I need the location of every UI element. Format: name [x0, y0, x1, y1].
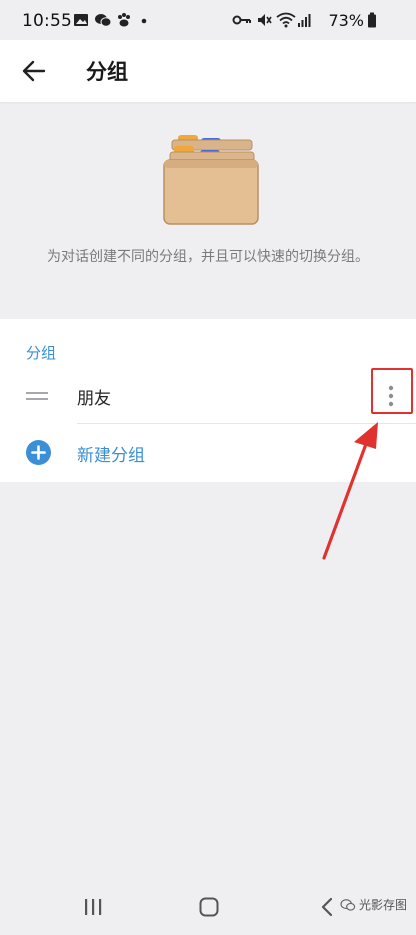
file-folders-icon	[163, 135, 259, 225]
battery-percent: 73%	[328, 11, 364, 30]
annotation-highlight-box	[371, 368, 413, 414]
hero-description: 为对话创建不同的分组，并且可以快速的切换分组。	[47, 249, 369, 265]
wechat-icon	[95, 14, 112, 27]
navigation-bar: 光影存图	[0, 880, 416, 935]
mute-icon	[258, 14, 272, 26]
gallery-icon	[74, 14, 88, 26]
status-bar: 10:55 73%	[0, 0, 416, 40]
annotation-arrow-icon	[322, 422, 378, 560]
status-time: 10:55	[22, 11, 72, 31]
add-circle-icon	[26, 440, 51, 465]
battery-icon	[368, 12, 376, 28]
back-arrow-icon[interactable]	[20, 58, 48, 84]
key-icon	[232, 15, 251, 25]
new-folder-label: 新建分组	[77, 446, 145, 466]
signal-icon	[298, 14, 311, 27]
paw-icon	[118, 13, 130, 27]
app-bar: 分组	[0, 40, 416, 102]
nav-back-icon[interactable]	[318, 896, 336, 918]
watermark-text: 光影存图	[359, 898, 408, 912]
watermark: 光影存图	[340, 896, 407, 913]
home-icon[interactable]	[198, 896, 220, 918]
wechat-watermark-icon	[340, 898, 356, 911]
section-title: 分组	[26, 344, 57, 362]
page-title: 分组	[86, 60, 128, 84]
drag-handle-icon[interactable]	[26, 389, 48, 403]
folder-name: 朋友	[77, 389, 111, 409]
recent-apps-icon[interactable]	[82, 896, 104, 918]
folder-item[interactable]: 朋友	[0, 369, 416, 423]
notification-dot-icon	[141, 18, 147, 24]
wifi-icon	[276, 12, 296, 28]
